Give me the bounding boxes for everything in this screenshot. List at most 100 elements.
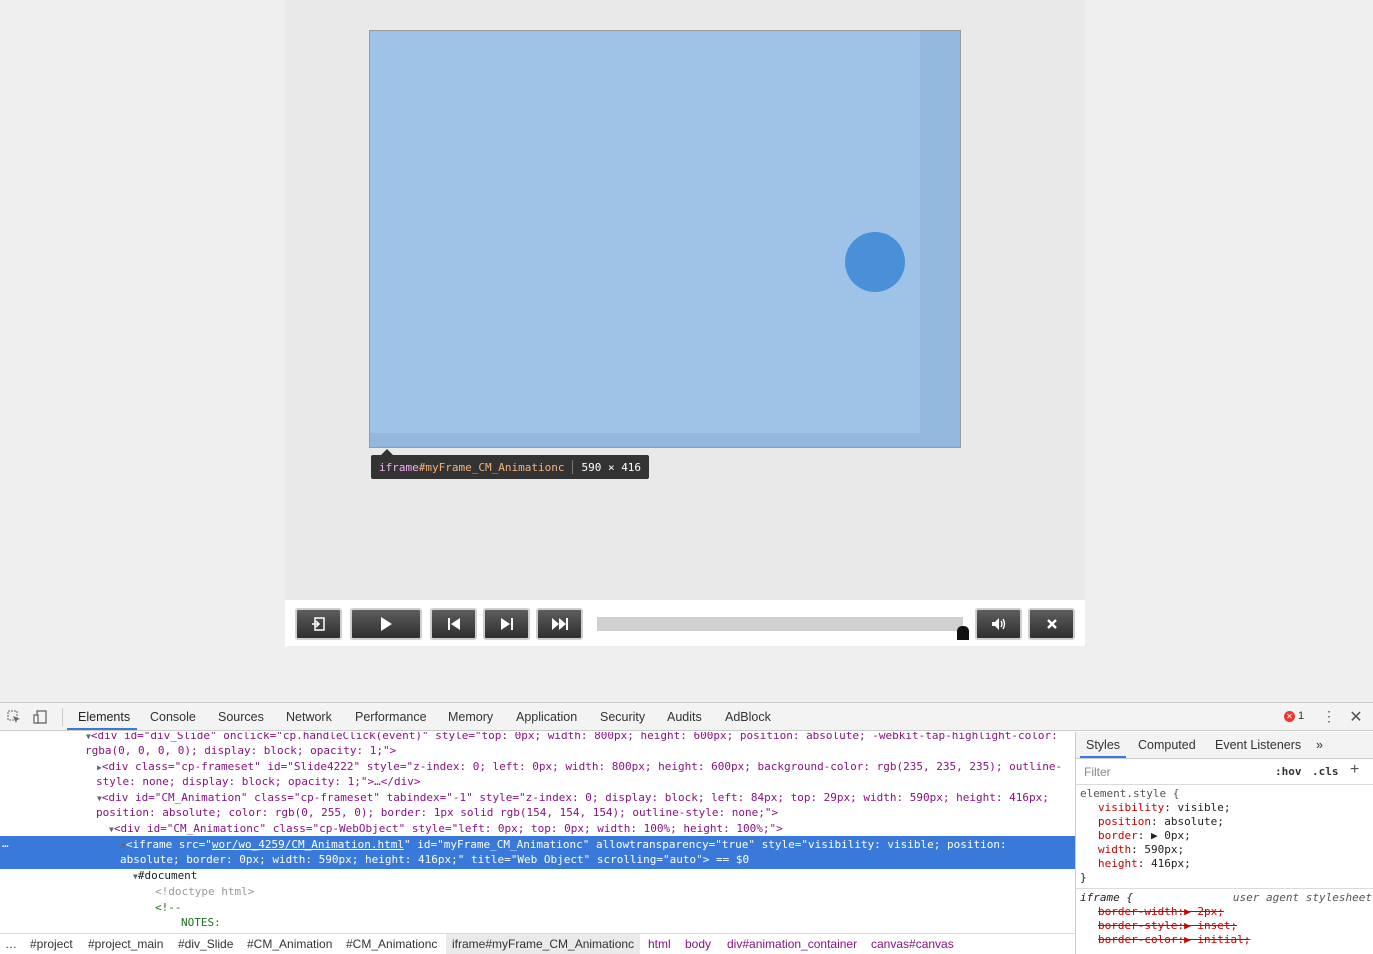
exit-icon bbox=[311, 617, 325, 631]
devtools-tabbar: Elements Console Sources Network Perform… bbox=[0, 703, 1373, 731]
tab-network[interactable]: Network bbox=[286, 703, 332, 731]
dom-node-doctype[interactable]: <!doctype html> bbox=[155, 884, 1075, 900]
style-prop[interactable]: position: absolute; bbox=[1080, 815, 1372, 829]
breadcrumb-item[interactable]: #div_Slide bbox=[178, 934, 233, 954]
dom-text: position: absolute; color: rgb(0, 255, 0… bbox=[96, 806, 779, 819]
breadcrumb-item[interactable]: #CM_Animation bbox=[247, 934, 332, 954]
fast-forward-button[interactable] bbox=[536, 608, 583, 640]
tab-computed[interactable]: Computed bbox=[1138, 732, 1196, 759]
animated-ball bbox=[845, 232, 905, 292]
prop-value: visible; bbox=[1177, 801, 1231, 814]
close-brace: } bbox=[1080, 871, 1087, 884]
close-button[interactable] bbox=[1028, 608, 1075, 640]
next-slide-button[interactable] bbox=[483, 608, 530, 640]
prop-value: absolute; bbox=[1164, 815, 1224, 828]
ua-label: user agent stylesheet bbox=[1232, 891, 1372, 904]
iframe-right-edge bbox=[920, 31, 960, 447]
dom-text: style: none; display: block; opacity: 1;… bbox=[96, 775, 421, 788]
dom-text: <div id="div_Slide" onclick="cp.handleCl… bbox=[90, 732, 1058, 742]
class-toggle[interactable]: .cls bbox=[1312, 765, 1339, 778]
hover-state-toggle[interactable]: :hov bbox=[1275, 765, 1302, 778]
breadcrumb-item[interactable]: canvas#canvas bbox=[871, 934, 954, 954]
volume-icon bbox=[991, 618, 1005, 630]
dom-text: <div id="CM_Animation" class="cp-framese… bbox=[101, 791, 1049, 804]
dom-text: <div class="cp-frameset" id="Slide4222" … bbox=[101, 760, 1063, 773]
more-options-icon[interactable]: ⋮ bbox=[1322, 708, 1336, 725]
iframe-bottom-edge bbox=[370, 433, 960, 447]
animation-iframe[interactable] bbox=[369, 30, 961, 448]
prop-name: border bbox=[1098, 829, 1138, 842]
tab-console[interactable]: Console bbox=[150, 703, 196, 731]
ua-rule-header: iframe {user agent stylesheet bbox=[1080, 891, 1372, 905]
styles-tabbar: Styles Computed Event Listeners » bbox=[1076, 732, 1373, 759]
close-devtools-icon[interactable]: ✕ bbox=[1349, 707, 1363, 727]
breadcrumb-item[interactable]: html bbox=[648, 934, 671, 954]
tab-security[interactable]: Security bbox=[600, 703, 645, 731]
tab-performance[interactable]: Performance bbox=[355, 703, 427, 731]
play-icon bbox=[381, 617, 392, 631]
styles-rules: element.style { visibility: visible; pos… bbox=[1076, 787, 1373, 947]
style-prop[interactable]: border: ▶ 0px; bbox=[1080, 829, 1372, 843]
device-mode-icon bbox=[33, 710, 47, 724]
prop-value: 416px; bbox=[1151, 857, 1191, 870]
breadcrumb-overflow[interactable]: … bbox=[5, 934, 17, 954]
tab-sources[interactable]: Sources bbox=[218, 703, 264, 731]
dom-text: " id="myFrame_CM_Animationc" allowtransp… bbox=[403, 838, 1007, 851]
selected-line-2: absolute; border: 0px; width: 590px; hei… bbox=[120, 852, 1075, 868]
new-rule-plus-icon[interactable]: + bbox=[1350, 761, 1359, 779]
dom-text: <!doctype html> bbox=[155, 885, 255, 898]
tab-styles[interactable]: Styles bbox=[1086, 732, 1120, 759]
inspect-element-button[interactable] bbox=[6, 709, 22, 725]
iframe-src-link[interactable]: wor/wo_4259/CM_Animation.html bbox=[212, 838, 404, 851]
chevron-more-icon[interactable]: » bbox=[1316, 732, 1323, 759]
device-toolbar-button[interactable] bbox=[32, 709, 48, 725]
styles-filter-row: Filter :hov .cls + bbox=[1076, 759, 1373, 785]
error-count: 1 bbox=[1298, 710, 1305, 722]
exit-button[interactable] bbox=[295, 608, 342, 640]
prop-value: ▶ 0px; bbox=[1151, 829, 1191, 842]
play-button[interactable] bbox=[350, 608, 422, 640]
breadcrumb-item[interactable]: body bbox=[685, 934, 711, 954]
styles-filter-input[interactable]: Filter bbox=[1082, 763, 1264, 781]
breadcrumb-item[interactable]: #CM_Animationc bbox=[346, 934, 437, 954]
element-style-selector: element.style { bbox=[1080, 787, 1180, 800]
dom-text: <!-- bbox=[155, 901, 182, 914]
elements-tree[interactable]: ▼<div id="div_Slide" onclick="cp.handleC… bbox=[0, 732, 1075, 933]
breadcrumb-item-selected[interactable]: iframe#myFrame_CM_Animationc bbox=[446, 934, 641, 954]
tab-memory[interactable]: Memory bbox=[448, 703, 493, 731]
progress-track[interactable] bbox=[597, 617, 963, 631]
breadcrumb-item[interactable]: #project bbox=[30, 934, 73, 954]
style-prop[interactable]: width: 590px; bbox=[1080, 843, 1372, 857]
dom-node-iframe-selected[interactable]: … ▼<iframe src="wor/wo_4259/CM_Animation… bbox=[0, 836, 1075, 869]
style-prop[interactable]: height: 416px; bbox=[1080, 857, 1372, 871]
style-prop[interactable]: visibility: visible; bbox=[1080, 801, 1372, 815]
ua-prop: border-style:▶ inset; bbox=[1098, 919, 1238, 932]
breadcrumb-item[interactable]: #project_main bbox=[88, 934, 163, 954]
rewind-button[interactable] bbox=[430, 608, 477, 640]
dom-text: rgba(0, 0, 0, 0); display: block; opacit… bbox=[85, 744, 397, 757]
step-forward-icon bbox=[500, 618, 513, 630]
tab-elements[interactable]: Elements bbox=[78, 703, 130, 731]
error-icon: ✕ bbox=[1284, 710, 1295, 722]
breadcrumb-item[interactable]: div#animation_container bbox=[727, 934, 857, 954]
prop-name: position bbox=[1098, 815, 1151, 828]
node-actions-dots[interactable]: … bbox=[2, 836, 9, 852]
progress-thumb[interactable] bbox=[957, 626, 969, 640]
tooltip-size: 590 × 416 bbox=[581, 460, 642, 474]
rule-divider bbox=[1076, 888, 1373, 889]
tooltip-id: #myFrame_CM_Animationc bbox=[418, 460, 565, 474]
devtools-panel: Elements Console Sources Network Perform… bbox=[0, 702, 1373, 954]
dom-node-document[interactable]: ▼#document bbox=[133, 868, 1075, 885]
tab-audits[interactable]: Audits bbox=[667, 703, 702, 731]
volume-button[interactable] bbox=[975, 608, 1022, 640]
ua-prop: border-width:▶ 2px; bbox=[1098, 905, 1224, 918]
tab-event-listeners[interactable]: Event Listeners bbox=[1215, 732, 1301, 759]
dom-node-comment[interactable]: <!-- bbox=[155, 900, 1075, 916]
dom-node-div-slide-cont: rgba(0, 0, 0, 0); display: block; opacit… bbox=[85, 743, 1075, 759]
prop-value: 590px; bbox=[1144, 843, 1185, 856]
dom-text: absolute; border: 0px; width: 590px; hei… bbox=[120, 853, 750, 866]
tab-application[interactable]: Application bbox=[516, 703, 577, 731]
tab-adblock[interactable]: AdBlock bbox=[725, 703, 771, 731]
error-counter[interactable]: ✕ 1 bbox=[1284, 710, 1304, 722]
active-tab-indicator bbox=[67, 728, 137, 730]
